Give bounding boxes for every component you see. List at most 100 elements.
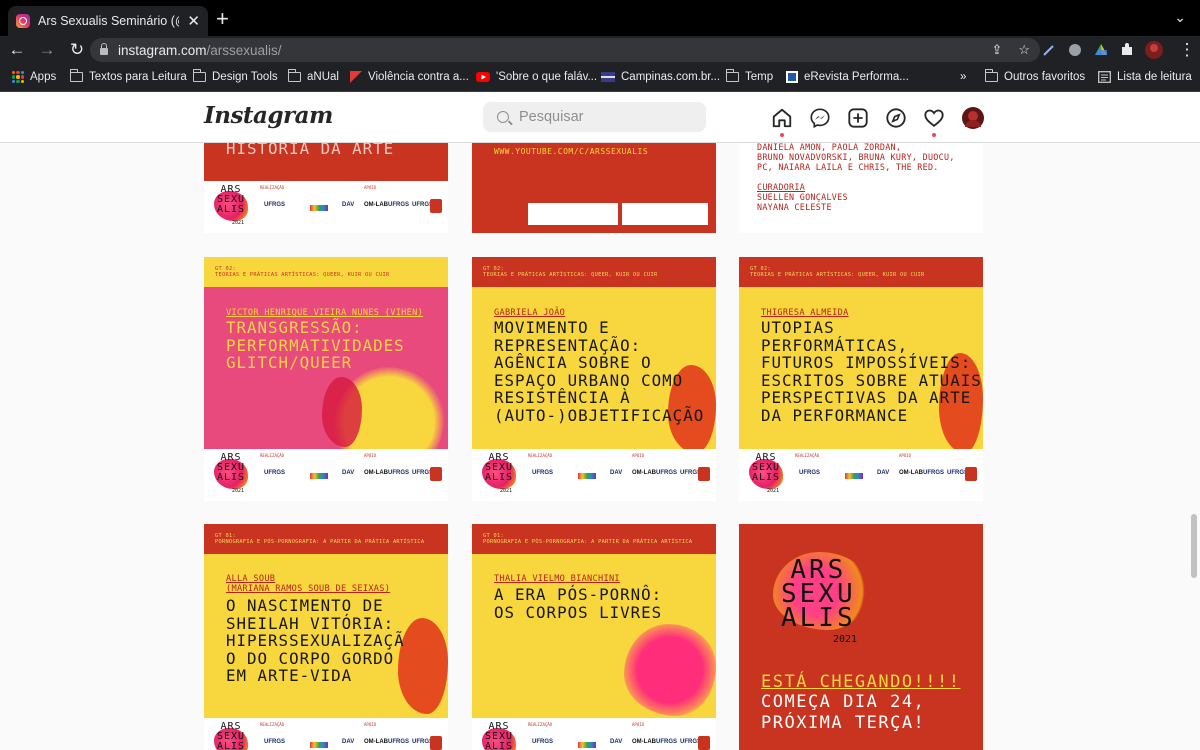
partner-logo	[310, 742, 328, 748]
post-tile[interactable]: WWW.YOUTUBE.COM/C/ARSSEXUALIS	[472, 143, 716, 233]
partner-logo	[965, 467, 977, 481]
partner-logo: DAV	[342, 202, 355, 208]
instagram-logo[interactable]: Instagram	[204, 102, 333, 129]
extensions-puzzle-icon[interactable]	[1119, 42, 1135, 58]
partners-box	[622, 203, 708, 225]
bookmark-star-icon[interactable]: ☆	[1018, 42, 1030, 58]
post-tile[interactable]: GT 01: PORNOGRAFIA E PÓS-PORNOGRAFIA: A …	[204, 524, 448, 750]
post-tile[interactable]: HISTÓRIA DA ARTE ARS SEXU ALIS 2021 REALIZ…	[204, 143, 448, 233]
sponsor-strip: ARS SEXU ALIS2021 REALIZAÇÃO APOIO UFRGS DAV…	[204, 718, 448, 750]
partner-logo: UFRGS	[388, 739, 409, 745]
folder-icon	[287, 69, 301, 82]
realizacao-box	[528, 203, 618, 225]
partner-logo: DAV	[877, 470, 890, 476]
logo-year: 2021	[500, 488, 513, 494]
browser-tab-strip: Ars Sexualis Seminário (@arss ✕ + ⌄	[0, 0, 1200, 36]
tab-search-chevron-icon[interactable]: ⌄	[1174, 9, 1186, 26]
bookmark-temp[interactable]: Temp	[725, 69, 773, 83]
reload-icon[interactable]: ↻	[64, 40, 90, 60]
activity-heart-icon[interactable]	[916, 92, 952, 143]
address-bar[interactable]: instagram.com/arssexualis/ ⇪ ☆	[90, 38, 1040, 62]
post-tile[interactable]: GT 02: TEORIAS E PRÁTICAS ARTÍSTICAS: QU…	[204, 257, 448, 501]
gt-band: GT 02: TEORIAS E PRÁTICAS ARTÍSTICAS: QU…	[472, 257, 716, 287]
gt-band: GT 02: TEORIAS E PRÁTICAS ARTÍSTICAS: QU…	[739, 257, 983, 287]
apoio-label: APOIO	[632, 722, 645, 727]
realizacao-label: REALIZAÇÃO	[260, 453, 285, 458]
search-input[interactable]: Pesquisar	[483, 102, 706, 132]
ars-sexualis-logo: ARS SEXU ALIS	[781, 555, 856, 633]
scrollbar-thumb[interactable]	[1191, 514, 1197, 578]
browser-menu-icon[interactable]: ⋮	[1174, 40, 1200, 60]
erevista-icon	[786, 71, 798, 83]
partner-logos: REALIZAÇÃO APOIO UFRGS DAV UFRGS UFRGS OM-LAB	[260, 453, 442, 497]
home-notification-dot	[780, 133, 784, 137]
bookmark-leitura[interactable]: Lista de leitura	[1098, 71, 1192, 83]
partner-logos: REALIZAÇÃO APOIO UFRGS DAV UFRGS UFRGS OM-LAB	[260, 185, 442, 229]
bookmark-design-tools[interactable]: Design Tools	[192, 69, 278, 83]
paint-splash	[624, 624, 716, 716]
tab-title: Ars Sexualis Seminário (@arss	[38, 14, 179, 28]
bookmark-outros[interactable]: Outros favoritos	[984, 69, 1085, 83]
logo-year: 2021	[232, 220, 245, 226]
partner-logo: OM-LAB	[364, 739, 388, 745]
bookmark-textos[interactable]: Textos para Leitura	[69, 69, 187, 83]
forward-icon[interactable]: →	[34, 40, 60, 60]
bookmark-anual[interactable]: aNUal	[287, 69, 339, 83]
explore-compass-icon[interactable]	[878, 92, 914, 143]
apoio-label: APOIO	[632, 453, 645, 458]
bookmark-apps[interactable]: Apps	[12, 71, 56, 83]
apoio-label: APOIO	[899, 453, 912, 458]
post-tile[interactable]: GT 02: TEORIAS E PRÁTICAS ARTÍSTICAS: QU…	[739, 257, 983, 501]
partner-logos: REALIZAÇÃO APOIO UFRGS DAV UFRGS UFRGS OM-LAB	[528, 722, 710, 750]
partner-logo	[430, 736, 442, 750]
close-tab-icon[interactable]: ✕	[187, 14, 200, 29]
post-subtitle: COMEÇA DIA 24, PRÓXIMA TERÇA!	[761, 692, 926, 733]
share-icon[interactable]: ⇪	[991, 42, 1002, 58]
browser-tab[interactable]: Ars Sexualis Seminário (@arss ✕	[8, 6, 208, 36]
bookmark-erevista[interactable]: eRevista Performa...	[786, 71, 909, 83]
logo-text: ARS SEXU ALIS	[216, 721, 246, 750]
lock-icon[interactable]	[100, 43, 108, 55]
partner-logo: UFRGS	[532, 739, 553, 745]
reading-list-icon	[1098, 71, 1111, 83]
realizacao-label: REALIZAÇÃO	[260, 185, 285, 190]
ars-sexualis-logo: ARS SEXU ALIS 2021	[747, 453, 785, 497]
campinas-icon	[601, 72, 615, 82]
partner-logo: UFRGS	[799, 470, 820, 476]
logo-text: ARS SEXU ALIS	[484, 721, 514, 750]
page-scrollbar[interactable]	[1188, 143, 1200, 750]
author-name: THALIA VIELMO BIANCHINI	[494, 574, 620, 584]
realizacao-label: REALIZAÇÃO	[528, 722, 553, 727]
bookmark-sobre[interactable]: 'Sobre o que faláv...	[476, 71, 597, 83]
new-tab-icon[interactable]: +	[216, 8, 229, 30]
new-post-icon[interactable]	[840, 92, 876, 143]
post-tile[interactable]: DANIELA AMON, PAOLA ZORDAN, BRUNO NOVADV…	[739, 143, 983, 233]
post-title: O NASCIMENTO DE SHEILAH VITÓRIA: HIPERSS…	[226, 596, 405, 686]
drive-icon[interactable]	[1093, 42, 1109, 58]
post-tile[interactable]: GT 01: PORNOGRAFIA E PÓS-PORNOGRAFIA: A …	[472, 524, 716, 750]
apoio-label: APOIO	[364, 722, 377, 727]
profile-avatar[interactable]	[955, 92, 991, 143]
pen-extension-icon[interactable]	[1041, 42, 1057, 58]
gt-band: GT 01: PORNOGRAFIA E PÓS-PORNOGRAFIA: A …	[204, 524, 448, 554]
youtube-icon	[476, 72, 490, 82]
home-icon[interactable]	[764, 92, 800, 143]
sponsor-strip: ARS SEXU ALIS2021 REALIZAÇÃO APOIO UFRGS DAV…	[472, 718, 716, 750]
participants-line: BRUNO NOVADVORSKI, BRUNA KURY, DUOCU,	[757, 152, 955, 162]
logo-text: ARS SEXU ALIS	[216, 184, 246, 215]
bookmarks-overflow[interactable]: »	[960, 71, 966, 83]
post-tile[interactable]: GT 02: TEORIAS E PRÁTICAS ARTÍSTICAS: QU…	[472, 257, 716, 501]
bookmark-campinas[interactable]: Campinas.com.br...	[601, 71, 720, 83]
partner-logo: DAV	[342, 470, 355, 476]
profile-avatar[interactable]	[1145, 41, 1163, 59]
bookmark-violencia[interactable]: Violência contra a...	[350, 71, 469, 83]
paint-splash	[322, 377, 362, 447]
back-icon[interactable]: ←	[4, 40, 30, 60]
apoio-label: APOIO	[364, 453, 377, 458]
red-flag-icon	[350, 71, 362, 83]
chat-extension-icon[interactable]	[1067, 42, 1083, 58]
partner-logos: REALIZAÇÃO APOIO UFRGS DAV UFRGS UFRGS OM-LAB	[528, 453, 710, 497]
partner-logo	[310, 473, 328, 479]
post-tile[interactable]: ARS SEXU ALIS 2021 ESTÁ CHEGANDO!!!! COM…	[739, 524, 983, 750]
messenger-icon[interactable]	[802, 92, 838, 143]
